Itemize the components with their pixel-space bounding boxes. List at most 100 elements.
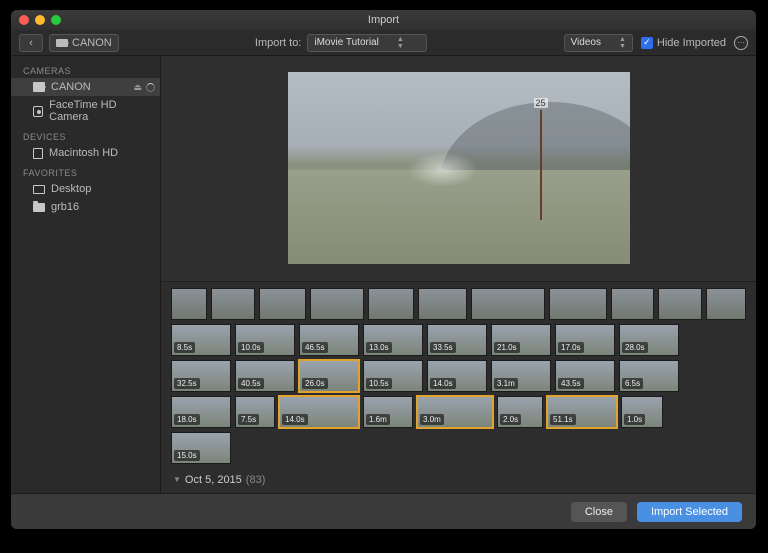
sidebar-item[interactable]: FaceTime HD Camera bbox=[11, 96, 160, 126]
clip-thumbnail[interactable] bbox=[549, 288, 607, 320]
clip-thumbnail[interactable]: 43.5s bbox=[555, 360, 615, 392]
clip-thumbnail[interactable] bbox=[368, 288, 414, 320]
clip-thumbnail[interactable]: 14.0s bbox=[279, 396, 359, 428]
clip-duration: 1.6m bbox=[366, 414, 390, 425]
sidebar-item-label: Desktop bbox=[51, 183, 91, 195]
import-to-label: Import to: bbox=[255, 37, 301, 49]
clip-thumbnail[interactable]: 21.0s bbox=[491, 324, 551, 356]
close-window-icon[interactable] bbox=[19, 15, 29, 25]
spinner-icon bbox=[146, 83, 155, 92]
clip-thumbnail[interactable] bbox=[418, 288, 468, 320]
import-selected-button[interactable]: Import Selected bbox=[637, 502, 742, 522]
clip-thumbnail[interactable]: 1.0s bbox=[621, 396, 663, 428]
sidebar-item-label: FaceTime HD Camera bbox=[49, 99, 148, 123]
clip-thumbnail[interactable]: 8.5s bbox=[171, 324, 231, 356]
checkbox-checked-icon: ✓ bbox=[641, 37, 653, 49]
clip-thumbnail[interactable]: 40.5s bbox=[235, 360, 295, 392]
clip-thumbnail[interactable]: 6.5s bbox=[619, 360, 679, 392]
clip-thumbnail[interactable] bbox=[471, 288, 545, 320]
updown-icon: ▲▼ bbox=[619, 36, 626, 50]
clip-thumbnail[interactable] bbox=[171, 288, 207, 320]
toolbar: ‹ CANON Import to: iMovie Tutorial ▲▼ Vi… bbox=[11, 30, 756, 56]
clip-duration: 3.1m bbox=[494, 378, 518, 389]
clip-thumbnail[interactable]: 46.5s bbox=[299, 324, 359, 356]
disclosure-triangle-icon[interactable]: ▼ bbox=[173, 475, 181, 484]
clip-duration: 14.0s bbox=[430, 378, 456, 389]
clip-thumbnail[interactable] bbox=[611, 288, 655, 320]
frame-rate-icon[interactable]: ⋯ bbox=[734, 36, 748, 50]
sidebar-item-label: CANON bbox=[51, 81, 91, 93]
eject-icon[interactable]: ⏏ bbox=[133, 82, 142, 93]
back-button[interactable]: ‹ bbox=[19, 34, 43, 52]
clip-duration: 33.5s bbox=[430, 342, 456, 353]
clip-thumbnail[interactable]: 17.0s bbox=[555, 324, 615, 356]
clip-thumbnail[interactable] bbox=[259, 288, 307, 320]
sidebar-item-label: grb16 bbox=[51, 201, 79, 213]
footer: Close Import Selected bbox=[11, 493, 756, 529]
clip-duration: 7.5s bbox=[238, 414, 259, 425]
clip-duration: 10.5s bbox=[366, 378, 392, 389]
clip-thumbnail[interactable]: 13.0s bbox=[363, 324, 423, 356]
event-title: Oct 5, 2015 bbox=[185, 474, 242, 486]
clip-thumbnail[interactable] bbox=[706, 288, 746, 320]
clip-duration: 40.5s bbox=[238, 378, 264, 389]
clip-duration: 13.0s bbox=[366, 342, 392, 353]
clip-thumbnail[interactable]: 10.5s bbox=[363, 360, 423, 392]
clip-preview[interactable] bbox=[288, 72, 630, 264]
main: 8.5s 10.0s 46.5s 13.0s 33.5s 21.0s 17.0s 28.0s 3… bbox=[161, 56, 756, 493]
titlebar: Import bbox=[11, 10, 756, 30]
sidebar: CAMERAS CANON ⏏ FaceTime HD Camera DEVICESMa… bbox=[11, 56, 161, 493]
clip-thumbnail[interactable]: 33.5s bbox=[427, 324, 487, 356]
clip-thumbnail[interactable]: 14.0s bbox=[427, 360, 487, 392]
chevron-left-icon: ‹ bbox=[29, 37, 33, 49]
media-filter-popup[interactable]: Videos ▲▼ bbox=[564, 34, 633, 52]
zoom-window-icon[interactable] bbox=[51, 15, 61, 25]
clip-thumbnail[interactable]: 18.0s bbox=[171, 396, 231, 428]
clip-thumbnail[interactable]: 10.0s bbox=[235, 324, 295, 356]
camera-source-button[interactable]: CANON bbox=[49, 34, 119, 52]
updown-icon: ▲▼ bbox=[397, 36, 404, 50]
hd-icon bbox=[33, 148, 43, 159]
cam-icon bbox=[33, 82, 45, 92]
sidebar-section-header: DEVICES bbox=[11, 126, 160, 144]
clip-duration: 14.0s bbox=[282, 414, 308, 425]
media-filter-value: Videos bbox=[571, 37, 601, 48]
sidebar-item[interactable]: CANON ⏏ bbox=[11, 78, 160, 96]
clip-thumbnail[interactable] bbox=[310, 288, 364, 320]
clip-thumbnail[interactable]: 3.0m bbox=[417, 396, 493, 428]
clip-thumbnail[interactable]: 2.0s bbox=[497, 396, 543, 428]
clip-duration: 17.0s bbox=[558, 342, 584, 353]
event-header[interactable]: ▼Oct 5, 2015(83) bbox=[171, 468, 746, 488]
clip-thumbnail[interactable] bbox=[658, 288, 702, 320]
clip-thumbnail[interactable]: 1.6m bbox=[363, 396, 413, 428]
clip-thumbnail[interactable]: 32.5s bbox=[171, 360, 231, 392]
sidebar-item[interactable]: Desktop bbox=[11, 180, 160, 198]
clip-thumbnail[interactable]: 7.5s bbox=[235, 396, 275, 428]
clip-duration: 2.0s bbox=[500, 414, 521, 425]
clip-thumbnail[interactable] bbox=[211, 288, 255, 320]
clip-thumbnail[interactable]: 3.1m bbox=[491, 360, 551, 392]
import-to-popup[interactable]: iMovie Tutorial ▲▼ bbox=[307, 34, 427, 52]
clip-thumbnail[interactable]: 15.0s bbox=[171, 432, 231, 464]
body: CAMERAS CANON ⏏ FaceTime HD Camera DEVICESMa… bbox=[11, 56, 756, 493]
clip-thumbnail[interactable]: 26.0s bbox=[299, 360, 359, 392]
clip-duration: 10.0s bbox=[238, 342, 264, 353]
close-button[interactable]: Close bbox=[571, 502, 627, 522]
sidebar-section-header: CAMERAS bbox=[11, 60, 160, 78]
clip-duration: 51.1s bbox=[550, 414, 576, 425]
web-icon bbox=[33, 106, 43, 117]
window-controls bbox=[19, 15, 61, 25]
clip-thumbnail[interactable]: 28.0s bbox=[619, 324, 679, 356]
minimize-window-icon[interactable] bbox=[35, 15, 45, 25]
clip-thumbnail[interactable]: 51.1s bbox=[547, 396, 617, 428]
hide-imported-toggle[interactable]: ✓ Hide Imported bbox=[641, 37, 726, 49]
preview-area bbox=[161, 56, 756, 281]
clip-duration: 6.5s bbox=[622, 378, 643, 389]
clip-strip[interactable]: 8.5s 10.0s 46.5s 13.0s 33.5s 21.0s 17.0s 28.0s 3… bbox=[161, 281, 756, 493]
clip-duration: 18.0s bbox=[174, 414, 200, 425]
sidebar-item[interactable]: Macintosh HD bbox=[11, 144, 160, 162]
sidebar-item[interactable]: grb16 bbox=[11, 198, 160, 216]
clip-duration: 32.5s bbox=[174, 378, 200, 389]
import-window: Import ‹ CANON Import to: iMovie Tutoria… bbox=[11, 10, 756, 529]
import-to-value: iMovie Tutorial bbox=[314, 37, 378, 48]
